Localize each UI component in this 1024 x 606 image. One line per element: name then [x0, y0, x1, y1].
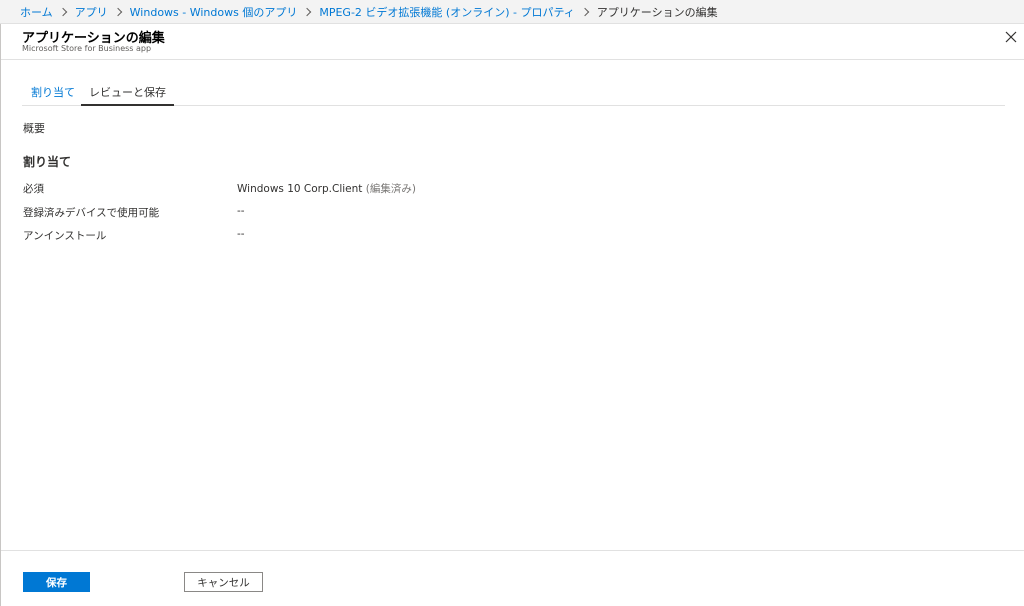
- breadcrumb-windows-apps[interactable]: Windows - Windows 個のアプリ: [130, 4, 298, 20]
- tab-bar: 割り当て レビューと保存: [22, 81, 1005, 106]
- chevron-right-icon: [303, 7, 312, 16]
- summary-heading: 概要: [23, 122, 45, 135]
- required-group: Windows 10 Corp.Client: [237, 183, 363, 195]
- chevron-right-icon: [113, 7, 122, 16]
- tab-assignments[interactable]: 割り当て: [31, 84, 75, 106]
- available-enrolled-value: --: [237, 205, 245, 217]
- breadcrumb-current: アプリケーションの編集: [596, 5, 718, 19]
- breadcrumb-apps[interactable]: アプリ: [75, 4, 108, 20]
- cancel-button[interactable]: キャンセル: [184, 572, 263, 592]
- breadcrumb-app-properties[interactable]: MPEG-2 ビデオ拡張機能 (オンライン) - プロパティ: [319, 4, 574, 20]
- blade-header: アプリケーションの編集 Microsoft Store for Business…: [1, 24, 1024, 60]
- breadcrumb: ホーム アプリ Windows - Windows 個のアプリ MPEG-2 ビ…: [0, 0, 1024, 24]
- uninstall-label: アンインストール: [23, 230, 107, 242]
- chevron-right-icon: [58, 7, 67, 16]
- breadcrumb-home[interactable]: ホーム: [20, 4, 53, 20]
- required-value: Windows 10 Corp.Client (編集済み): [237, 181, 416, 196]
- required-label: 必須: [23, 183, 44, 195]
- chevron-right-icon: [580, 7, 590, 16]
- blade-footer: 保存 キャンセル: [1, 550, 1024, 606]
- available-enrolled-label: 登録済みデバイスで使用可能: [23, 207, 160, 219]
- assignments-heading: 割り当て: [23, 155, 72, 169]
- close-button[interactable]: [1004, 29, 1018, 43]
- uninstall-value: --: [237, 228, 245, 240]
- save-button[interactable]: 保存: [23, 572, 90, 592]
- tab-review-and-save[interactable]: レビューと保存: [81, 84, 174, 106]
- edited-tag: (編集済み): [365, 183, 416, 195]
- close-icon: [1005, 31, 1017, 43]
- page-subtitle: Microsoft Store for Business app: [22, 44, 152, 53]
- edit-application-blade: アプリケーションの編集 Microsoft Store for Business…: [0, 24, 1024, 606]
